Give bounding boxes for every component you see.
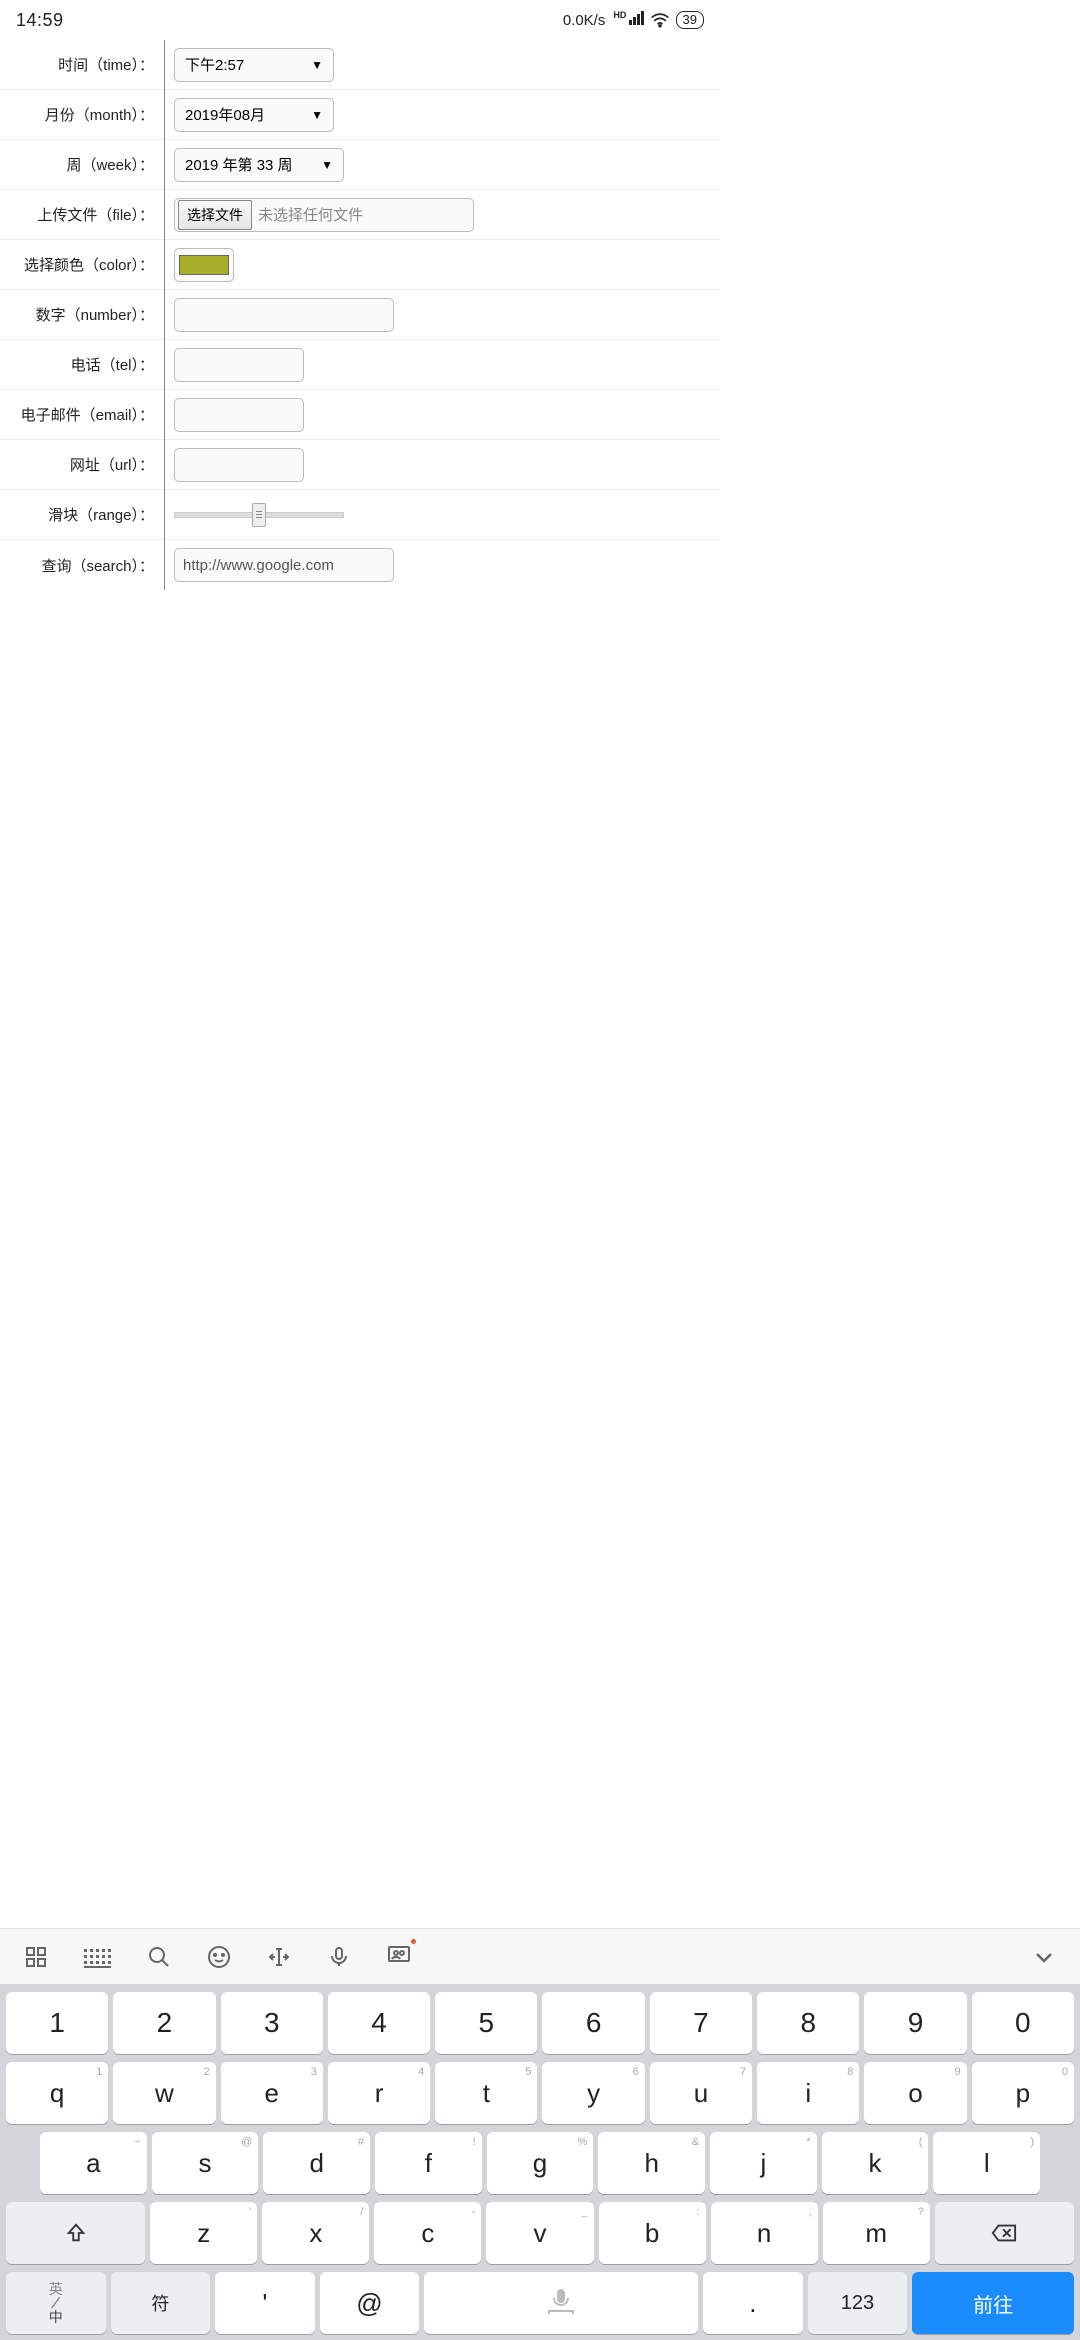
hd-icon: HD (613, 10, 626, 20)
key-6[interactable]: 6 (542, 1992, 644, 2054)
label-tel: 电话（tel）： (0, 354, 164, 375)
month-input[interactable]: 2019年08月 ▼ (174, 98, 334, 132)
chevron-down-icon[interactable] (1032, 1945, 1056, 1969)
label-color: 选择颜色（color）： (0, 254, 164, 275)
key-f[interactable]: !f (375, 2132, 482, 2194)
form-area: 时间（time）： 下午2:57 ▼ 月份（month）： 2019年08月 ▼… (0, 40, 720, 590)
time-input[interactable]: 下午2:57 ▼ (174, 48, 334, 82)
key-2[interactable]: 2 (113, 1992, 215, 2054)
key-4[interactable]: 4 (328, 1992, 430, 2054)
divider-line (164, 40, 165, 590)
symbol-key[interactable]: 符 (111, 2272, 211, 2334)
status-bar: 14:59 0.0K/s HD 39 (0, 0, 720, 40)
key-h[interactable]: &h (598, 2132, 705, 2194)
key-k[interactable]: (k (822, 2132, 929, 2194)
key-x[interactable]: /x (262, 2202, 369, 2264)
label-number: 数字（number）： (0, 304, 164, 325)
key-r[interactable]: 4r (328, 2062, 430, 2124)
chevron-down-icon: ▼ (311, 108, 323, 122)
at-key[interactable]: @ (320, 2272, 420, 2334)
label-file: 上传文件（file）： (0, 204, 164, 225)
key-y[interactable]: 6y (542, 2062, 644, 2124)
url-input[interactable] (174, 448, 304, 482)
key-t[interactable]: 5t (435, 2062, 537, 2124)
search-input[interactable] (174, 548, 394, 582)
smiley-icon[interactable] (207, 1945, 231, 1969)
key-w[interactable]: 2w (113, 2062, 215, 2124)
key-0[interactable]: 0 (972, 1992, 1074, 2054)
status-right: 0.0K/s HD 39 (563, 11, 704, 29)
choose-file-button[interactable]: 选择文件 (178, 200, 252, 230)
key-g[interactable]: %g (487, 2132, 594, 2194)
range-thumb[interactable] (252, 503, 266, 527)
apostrophe-key[interactable]: ' (215, 2272, 315, 2334)
range-input[interactable] (174, 503, 344, 527)
key-l[interactable]: )l (933, 2132, 1040, 2194)
backspace-icon (991, 2222, 1017, 2244)
color-swatch (179, 255, 229, 275)
backspace-key[interactable] (935, 2202, 1074, 2264)
file-placeholder: 未选择任何文件 (252, 204, 363, 225)
shift-icon (65, 2222, 87, 2244)
key-u[interactable]: 7u (650, 2062, 752, 2124)
number-input[interactable] (174, 298, 394, 332)
space-key[interactable] (424, 2272, 698, 2334)
cursor-icon[interactable] (267, 1945, 291, 1969)
dot-key[interactable]: . (703, 2272, 803, 2334)
email-input[interactable] (174, 398, 304, 432)
key-c[interactable]: -c (374, 2202, 481, 2264)
key-m[interactable]: ?m (823, 2202, 930, 2264)
chevron-down-icon: ▼ (321, 158, 333, 172)
label-time: 时间（time）： (0, 54, 164, 75)
language-key[interactable]: 英/中 (6, 2272, 106, 2334)
signal-icon (629, 11, 644, 25)
search-icon[interactable] (147, 1945, 171, 1969)
key-i[interactable]: 8i (757, 2062, 859, 2124)
key-d[interactable]: #d (263, 2132, 370, 2194)
file-input[interactable]: 选择文件 未选择任何文件 (174, 198, 474, 232)
net-speed: 0.0K/s (563, 12, 606, 29)
key-9[interactable]: 9 (864, 1992, 966, 2054)
key-j[interactable]: *j (710, 2132, 817, 2194)
key-e[interactable]: 3e (221, 2062, 323, 2124)
key-n[interactable]: ;n (711, 2202, 818, 2264)
label-range: 滑块（range）： (0, 504, 164, 525)
key-b[interactable]: :b (599, 2202, 706, 2264)
label-week: 周（week）： (0, 154, 164, 175)
key-v[interactable]: _v (486, 2202, 593, 2264)
key-s[interactable]: @s (152, 2132, 259, 2194)
wifi-icon (650, 12, 670, 28)
status-time: 14:59 (16, 10, 64, 31)
mic-icon[interactable] (327, 1945, 351, 1969)
label-search: 查询（search）： (0, 555, 164, 576)
mic-icon (541, 2288, 581, 2318)
go-key[interactable]: 前往 (912, 2272, 1074, 2334)
key-1[interactable]: 1 (6, 1992, 108, 2054)
shift-key[interactable] (6, 2202, 145, 2264)
battery-icon: 39 (676, 11, 704, 29)
key-7[interactable]: 7 (650, 1992, 752, 2054)
key-8[interactable]: 8 (757, 1992, 859, 2054)
key-q[interactable]: 1q (6, 2062, 108, 2124)
contacts-icon[interactable] (387, 1942, 411, 1971)
week-input[interactable]: 2019 年第 33 周 ▼ (174, 148, 344, 182)
label-month: 月份（month）： (0, 104, 164, 125)
grid-icon[interactable] (24, 1945, 48, 1969)
key-o[interactable]: 9o (864, 2062, 966, 2124)
key-3[interactable]: 3 (221, 1992, 323, 2054)
keyboard: 1234567890 1q2w3e4r5t6y7u8i9o0p ~a@s#d!f… (0, 1928, 1080, 2340)
key-a[interactable]: ~a (40, 2132, 147, 2194)
label-email: 电子邮件（email）： (0, 404, 164, 425)
tel-input[interactable] (174, 348, 304, 382)
keyboard-switch-icon[interactable] (84, 1949, 111, 1964)
color-input[interactable] (174, 248, 234, 282)
key-p[interactable]: 0p (972, 2062, 1074, 2124)
label-url: 网址（url）： (0, 454, 164, 475)
chevron-down-icon: ▼ (311, 58, 323, 72)
key-z[interactable]: 'z (150, 2202, 257, 2264)
key-5[interactable]: 5 (435, 1992, 537, 2054)
numeric-key[interactable]: 123 (808, 2272, 908, 2334)
keyboard-toolbar (0, 1928, 1080, 1984)
